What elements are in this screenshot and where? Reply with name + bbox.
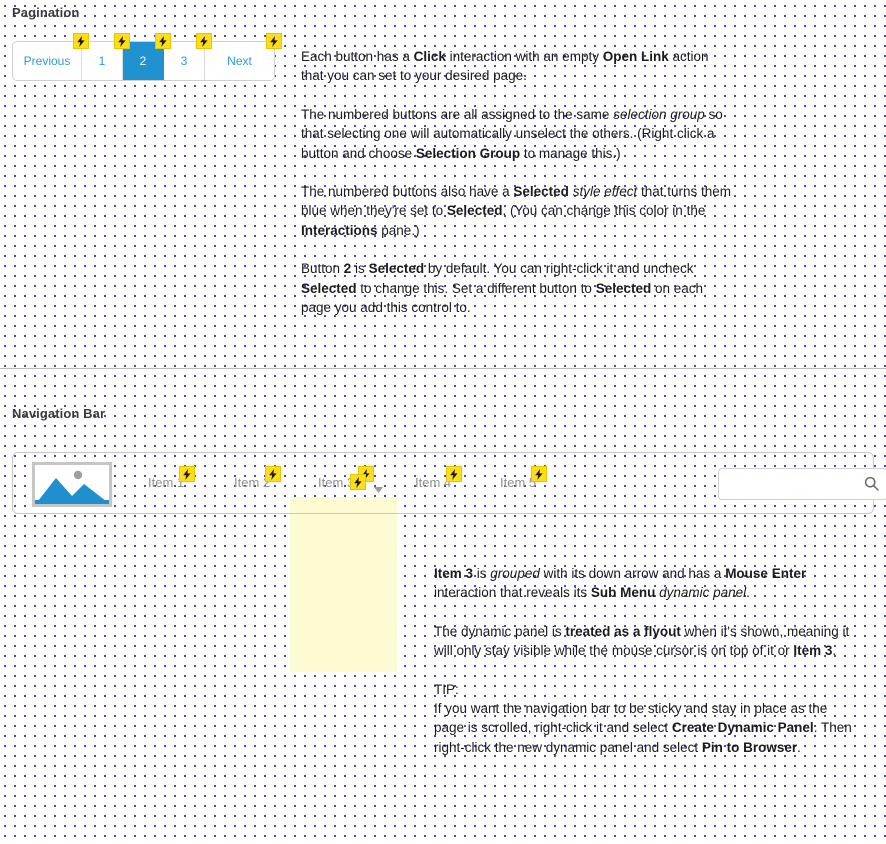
pagination-button-label: 1 <box>98 54 106 68</box>
nav-item-label: Item 3 <box>318 475 355 490</box>
navbar-annotation-text: Item 3 is grouped with its down arrow an… <box>434 564 860 757</box>
pagination-button-label: Previous <box>23 54 71 68</box>
nav-item-label: Item 4 <box>415 475 452 490</box>
interaction-bolt-icon <box>266 33 282 49</box>
pagination-button-label: Next <box>227 54 252 68</box>
annotation-paragraph: Each button has a Click interaction with… <box>301 49 713 84</box>
pagination-section-label: Pagination <box>12 5 80 20</box>
nav-item-4[interactable]: Item 4 <box>415 466 463 490</box>
nav-item-1[interactable]: Item 1 <box>148 466 196 490</box>
sub-menu-dynamic-panel[interactable] <box>290 497 397 672</box>
pagination-button-previous[interactable]: Previous <box>13 33 89 80</box>
pagination-button-label: 2 <box>139 54 147 68</box>
search-icon[interactable] <box>864 476 879 496</box>
annotation-paragraph: Button 2 is Selected by default. You can… <box>301 261 707 316</box>
pagination-control[interactable]: Previous 1 2 3 Next <box>12 33 282 81</box>
pagination-annotation-text: Each button has a Click interaction with… <box>301 47 733 317</box>
nav-item-3[interactable]: Item 3 <box>318 466 375 490</box>
annotation-paragraph: TIP: If you want the navigation bar to b… <box>434 681 856 755</box>
annotation-paragraph: Item 3 is grouped with its down arrow an… <box>434 566 810 601</box>
pagination-button-next[interactable]: Next <box>205 33 282 80</box>
navbar-section-label: Navigation Bar <box>12 406 106 421</box>
nav-item-label: Item 2 <box>234 475 271 490</box>
annotation-paragraph: The dynamic panel is treated as a flyout… <box>434 623 854 659</box>
chevron-down-icon[interactable] <box>374 480 383 498</box>
nav-item-label: Item 1 <box>148 475 185 490</box>
logo-image-placeholder-icon <box>32 462 112 507</box>
search-input[interactable] <box>719 469 859 499</box>
pagination-button-3[interactable]: 3 <box>164 33 212 80</box>
nav-item-2[interactable]: Item 2 <box>234 466 282 490</box>
annotation-paragraph: The numbered buttons also have a Selecte… <box>301 184 735 238</box>
annotation-paragraph: The numbered buttons are all assigned to… <box>301 106 727 161</box>
nav-item-label: Item 5 <box>500 475 537 490</box>
pagination-button-label: 3 <box>180 54 188 68</box>
section-divider <box>0 368 886 369</box>
search-box[interactable] <box>718 468 886 500</box>
pagination-button-2[interactable]: 2 <box>123 33 171 80</box>
nav-item-5[interactable]: Item 5 <box>500 466 548 490</box>
pagination-button-1[interactable]: 1 <box>82 33 130 80</box>
